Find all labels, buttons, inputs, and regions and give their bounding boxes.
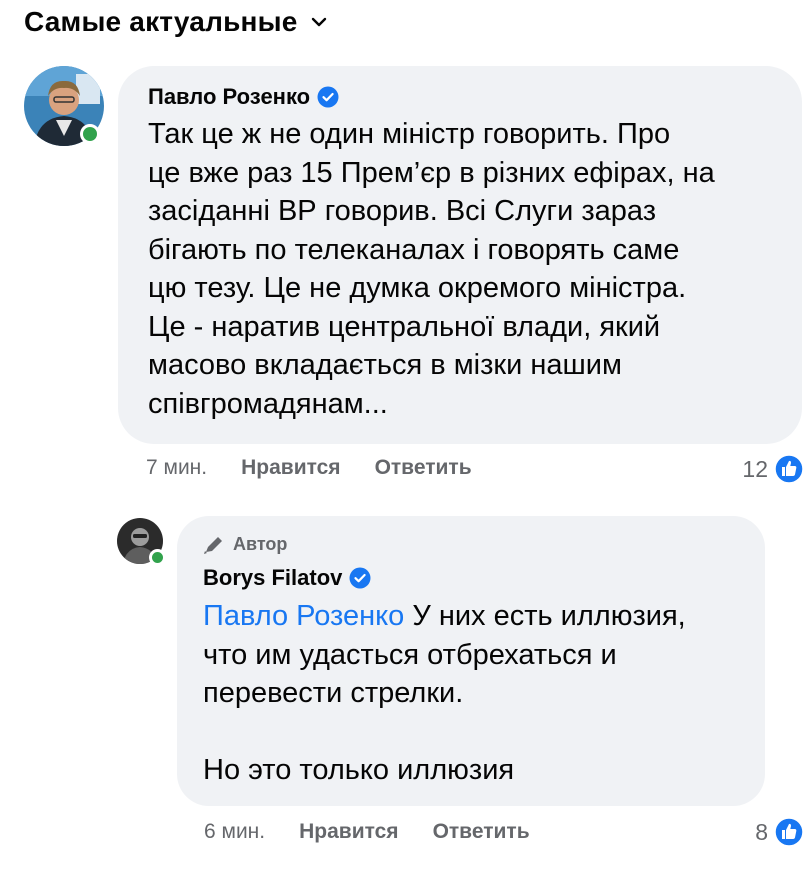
verified-badge-icon bbox=[349, 567, 371, 589]
online-status-indicator bbox=[149, 549, 166, 566]
reply-text-fragment: У них есть иллюзия, bbox=[404, 600, 686, 632]
comment-actions: 7 мин. Нравится Ответить bbox=[146, 456, 472, 480]
like-button[interactable]: Нравится bbox=[299, 820, 398, 844]
reaction-count-value: 8 bbox=[755, 818, 768, 845]
reply-actions: 6 мин. Нравится Ответить bbox=[204, 820, 530, 844]
comment-text-line: цю тезу. Це не думка окремого міністра. bbox=[148, 272, 687, 304]
online-status-indicator bbox=[80, 124, 100, 144]
comment-text-line: Так це ж не один міністр говорить. Про bbox=[148, 118, 671, 150]
comment-text-line: це вже раз 15 Прем’єр в різних ефірах, н… bbox=[148, 156, 715, 189]
comment-author-link[interactable]: Павло Розенко bbox=[148, 84, 715, 110]
reply-text: Павло Розенко У них есть иллюзия, что им… bbox=[203, 597, 686, 790]
like-reaction-icon bbox=[774, 454, 804, 484]
reply-author-link[interactable]: Borys Filatov bbox=[203, 565, 686, 591]
comment-text-line: масово вкладається в мізки нашим bbox=[148, 349, 622, 381]
comment-timestamp[interactable]: 7 мин. bbox=[146, 456, 207, 480]
reaction-count-value: 12 bbox=[742, 455, 768, 482]
reply-author-name: Borys Filatov bbox=[203, 565, 343, 590]
verified-badge-icon bbox=[317, 86, 339, 108]
comment-author-name: Павло Розенко bbox=[148, 84, 311, 109]
reply-text-line: Павло Розенко У них есть иллюзия, bbox=[203, 597, 686, 636]
reply-text-line: перевести стрелки. bbox=[203, 677, 464, 709]
comment-text: Так це ж не один міністр говорить. Про ц… bbox=[148, 115, 715, 423]
reply-text-line: что им удасться отбрехаться и bbox=[203, 638, 617, 671]
author-badge: Автор bbox=[203, 534, 686, 555]
like-reaction-icon bbox=[774, 817, 804, 847]
comment-text-line: Це - наратив центральної влади, який bbox=[148, 310, 661, 343]
reaction-count[interactable]: 8 bbox=[755, 817, 804, 847]
chevron-down-icon bbox=[311, 17, 327, 27]
comment-bubble: Павло Розенко Так це ж не один міністр г… bbox=[118, 66, 802, 444]
reply-text-line bbox=[203, 713, 686, 752]
reply-button[interactable]: Ответить bbox=[433, 820, 530, 844]
comment-text-line: бігають по телеканалах і говорять саме bbox=[148, 233, 680, 266]
like-button[interactable]: Нравится bbox=[241, 456, 340, 480]
comment-text-line: засіданні ВР говорив. Всі Слуги зараз bbox=[148, 195, 657, 227]
reply-timestamp[interactable]: 6 мин. bbox=[204, 820, 265, 844]
pencil-author-icon bbox=[203, 535, 225, 555]
mention-link[interactable]: Павло Розенко bbox=[203, 600, 404, 632]
sort-label: Самые актуальные bbox=[24, 6, 298, 37]
reaction-count[interactable]: 12 bbox=[742, 454, 804, 484]
reply-text-line: Но это только иллюзия bbox=[203, 754, 515, 786]
comment-sort-selector[interactable]: Самые актуальные bbox=[24, 2, 327, 42]
reply-button[interactable]: Ответить bbox=[375, 456, 472, 480]
comment-text-line: співгромадянам... bbox=[148, 387, 388, 420]
reply-bubble: Автор Borys Filatov Павло Розенко У них … bbox=[177, 516, 765, 806]
author-badge-label: Автор bbox=[233, 534, 288, 554]
